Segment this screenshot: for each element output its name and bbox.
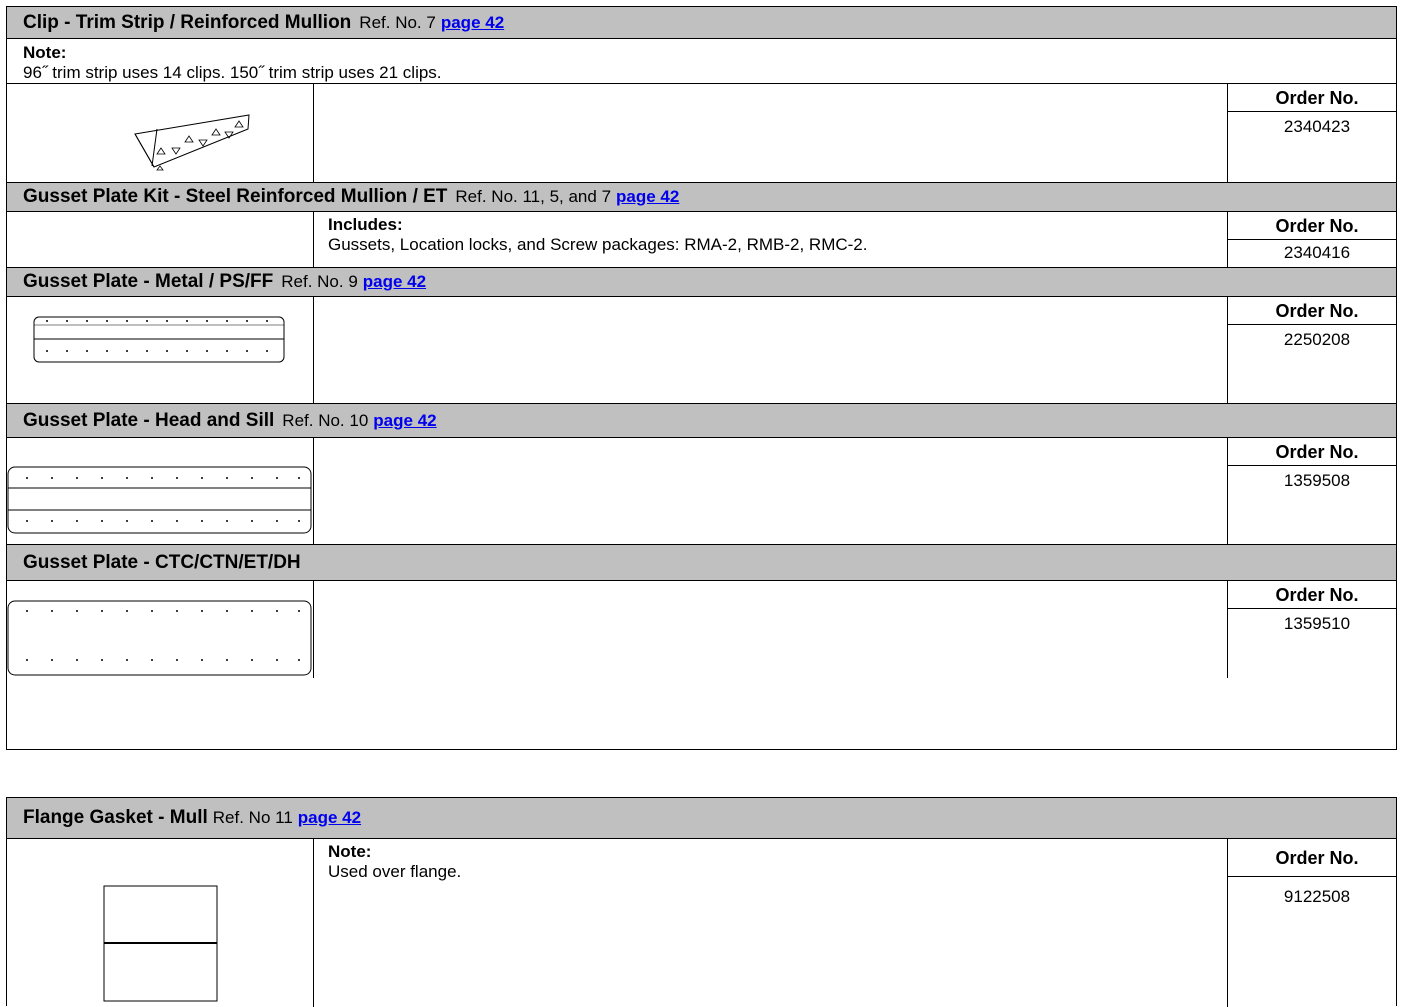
order-cell: Order No. 2340416 (1228, 212, 1396, 267)
head-sill-illustration (7, 438, 314, 544)
includes-text: Gussets, Location locks, and Screw packa… (328, 235, 868, 254)
order-label: Order No. (1228, 297, 1396, 325)
part-description (314, 297, 1228, 403)
section-ref: Ref. No. 7 (359, 12, 436, 32)
page-link[interactable]: page 42 (373, 411, 436, 431)
part-description: Note: Used over flange. (314, 839, 1228, 1007)
order-number: 1359508 (1283, 471, 1351, 490)
section-header-ctc: Gusset Plate - CTC/CTN/ET/DH (7, 545, 1396, 581)
section-ref: Ref. No 11 (212, 808, 293, 827)
note-text: 96˝ trim strip uses 14 clips. 150˝ trim … (23, 63, 442, 82)
part-description (314, 438, 1228, 544)
order-number: 2340416 (1283, 243, 1351, 262)
order-number: 9122508 (1283, 887, 1351, 906)
section-header-clip: Clip - Trim Strip / Reinforced Mullion R… (7, 7, 1396, 39)
section-title: Gusset Plate - CTC/CTN/ET/DH (23, 551, 301, 573)
section-ref: Ref. No. 9 (281, 272, 358, 291)
order-label: Order No. (1228, 581, 1396, 609)
includes-label: Includes: (328, 215, 403, 234)
page-link[interactable]: page 42 (441, 13, 504, 33)
note-text: Used over flange. (328, 862, 462, 881)
note-label: Note: (23, 43, 67, 62)
section-ref: Ref. No. 10 (282, 410, 369, 430)
ctc-illustration (7, 581, 314, 678)
page-link[interactable]: page 42 (616, 187, 679, 207)
page-link[interactable]: page 42 (298, 808, 361, 828)
section-header-gusset-kit: Gusset Plate Kit - Steel Reinforced Mull… (7, 183, 1396, 212)
note-label: Note: (328, 842, 372, 861)
order-number: 1359510 (1283, 614, 1351, 633)
part-description (314, 84, 1228, 182)
order-cell: Order No. 9122508 (1228, 839, 1396, 1007)
parts-table: Clip - Trim Strip / Reinforced Mullion R… (6, 6, 1397, 750)
part-description (314, 581, 1228, 678)
section-title: Gusset Plate - Metal / PS/FF (23, 271, 274, 292)
section-title: Flange Gasket - Mull (23, 807, 208, 828)
order-label: Order No. (1228, 84, 1396, 112)
section-title: Gusset Plate Kit - Steel Reinforced Mull… (23, 186, 448, 207)
order-number: 2340423 (1283, 117, 1351, 136)
section-header-gusset-metal: Gusset Plate - Metal / PS/FF Ref. No. 9 … (7, 268, 1396, 297)
image-cell-empty (7, 212, 314, 267)
order-cell: Order No. 2250208 (1228, 297, 1396, 403)
part-row-clip: Order No. 2340423 (7, 84, 1396, 183)
section-title: Clip - Trim Strip / Reinforced Mullion (23, 11, 352, 33)
flange-table: Flange Gasket - Mull Ref. No 11 page 42 … (6, 797, 1397, 1007)
part-description: Includes: Gussets, Location locks, and S… (314, 212, 1228, 267)
clip-illustration (7, 84, 314, 182)
section-ref: Ref. No. 11, 5, and 7 (455, 187, 612, 206)
order-cell: Order No. 1359508 (1228, 438, 1396, 544)
part-row-ctc: Order No. 1359510 (7, 581, 1396, 678)
order-number: 2250208 (1283, 330, 1351, 349)
part-row-gusset-kit: Includes: Gussets, Location locks, and S… (7, 212, 1396, 268)
part-row-flange: Note: Used over flange. Order No. 912250… (7, 839, 1396, 1007)
flange-illustration (7, 839, 314, 1007)
part-row-head-sill: Order No. 1359508 (7, 438, 1396, 545)
part-row-gusset-metal: Order No. 2250208 (7, 297, 1396, 404)
page-link[interactable]: page 42 (363, 272, 426, 292)
order-cell: Order No. 1359510 (1228, 581, 1396, 678)
order-label: Order No. (1228, 839, 1396, 877)
section-header-head-sill: Gusset Plate - Head and Sill Ref. No. 10… (7, 404, 1396, 438)
gusset-metal-illustration (7, 297, 314, 403)
section-title: Gusset Plate - Head and Sill (23, 409, 275, 431)
order-label: Order No. (1228, 212, 1396, 240)
order-label: Order No. (1228, 438, 1396, 466)
order-cell: Order No. 2340423 (1228, 84, 1396, 182)
section-header-flange: Flange Gasket - Mull Ref. No 11 page 42 (7, 798, 1396, 839)
note-box: Note: 96˝ trim strip uses 14 clips. 150˝… (7, 39, 1396, 84)
